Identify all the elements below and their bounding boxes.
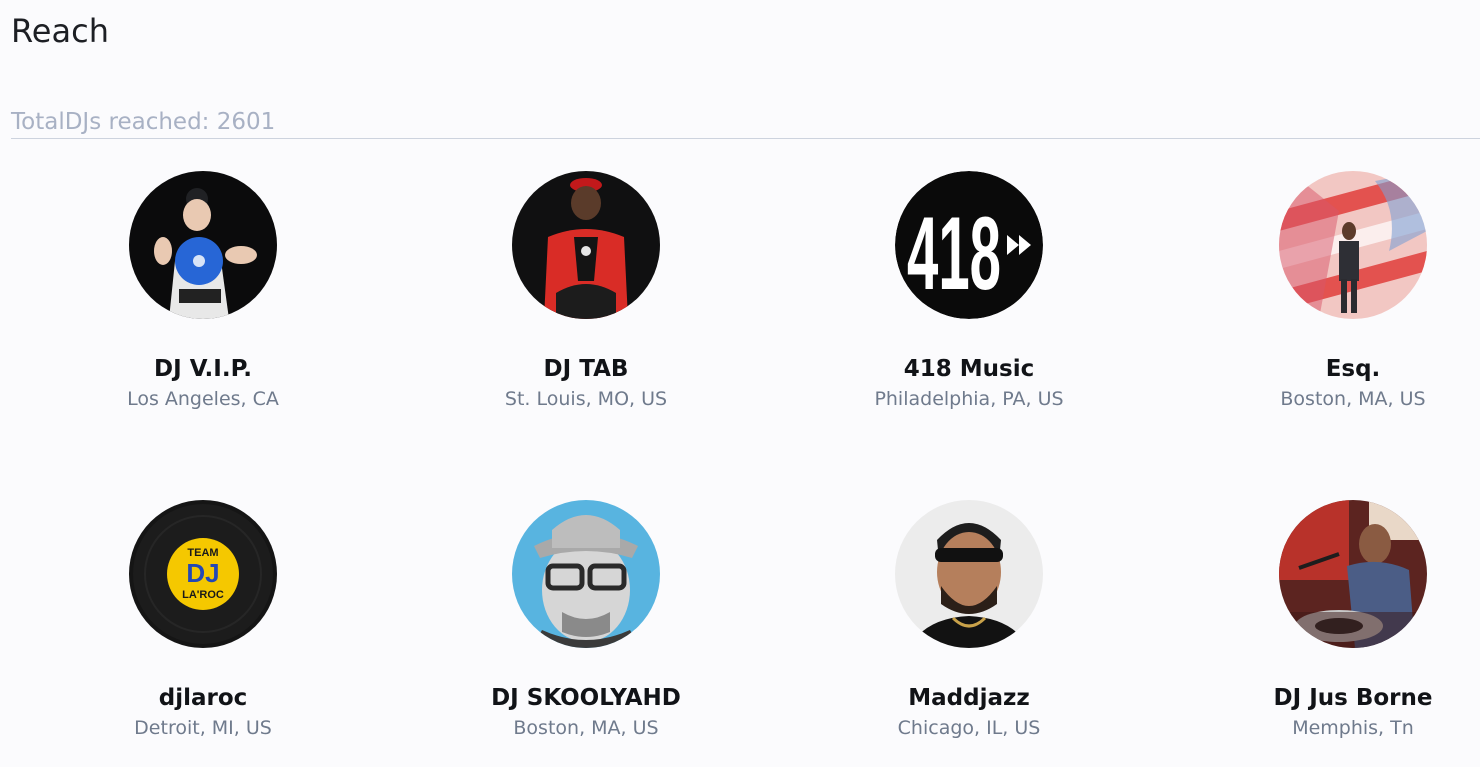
dj-avatar-image: 418: [895, 171, 1043, 319]
dj-name[interactable]: Maddjazz: [799, 683, 1139, 713]
laroc-logo-text: LA'ROC: [182, 589, 224, 601]
dj-location: Boston, MA, US: [1280, 388, 1426, 410]
dj-avatar[interactable]: [895, 500, 1043, 648]
dj-name[interactable]: DJ V.I.P.: [33, 354, 373, 384]
dj-avatar-image: [512, 500, 660, 648]
dj-location: Philadelphia, PA, US: [874, 388, 1064, 410]
418-logo-text: 418: [907, 196, 1001, 312]
dj-card[interactable]: DJ V.I.P. Los Angeles, CA: [33, 171, 373, 412]
dj-avatar[interactable]: [129, 171, 277, 319]
dj-card[interactable]: Esq. Boston, MA, US: [1183, 171, 1480, 412]
dj-card[interactable]: DJ Jus Borne Memphis, Tn: [1183, 500, 1480, 741]
dj-logo-text: DJ: [186, 558, 219, 588]
dj-avatar[interactable]: [512, 500, 660, 648]
dj-avatar-image: [1279, 500, 1427, 648]
dj-location: St. Louis, MO, US: [504, 388, 668, 410]
total-djs-reached: TotalDJs reached: 2601: [11, 109, 276, 135]
page-title: Reach: [11, 12, 109, 50]
dj-card[interactable]: DJ TAB St. Louis, MO, US: [416, 171, 756, 412]
dj-name[interactable]: DJ TAB: [416, 354, 756, 384]
dj-card[interactable]: TEAM DJ LA'ROC djlaroc Detroit, MI, US: [33, 500, 373, 741]
dj-avatar[interactable]: 418: [895, 171, 1043, 319]
divider: [11, 138, 1480, 139]
dj-avatar-image: [1279, 171, 1427, 319]
dj-avatar-image: [512, 171, 660, 319]
dj-name[interactable]: DJ Jus Borne: [1183, 683, 1480, 713]
dj-card[interactable]: Maddjazz Chicago, IL, US: [799, 500, 1139, 741]
dj-location: Los Angeles, CA: [127, 388, 279, 410]
dj-avatar[interactable]: [1279, 171, 1427, 319]
reach-page: Reach TotalDJs reached: 2601 DJ V.I.P. L…: [0, 0, 1480, 767]
dj-name[interactable]: DJ SKOOLYAHD: [416, 683, 756, 713]
dj-avatar-image: [895, 500, 1043, 648]
dj-avatar[interactable]: [1279, 500, 1427, 648]
dj-avatar[interactable]: TEAM DJ LA'ROC: [129, 500, 277, 648]
dj-name[interactable]: Esq.: [1183, 354, 1480, 384]
dj-location: Boston, MA, US: [513, 717, 659, 739]
dj-name[interactable]: djlaroc: [33, 683, 373, 713]
dj-avatar-image: [129, 171, 277, 319]
dj-card[interactable]: DJ SKOOLYAHD Boston, MA, US: [416, 500, 756, 741]
dj-avatar-image: TEAM DJ LA'ROC: [129, 500, 277, 648]
dj-location: Memphis, Tn: [1292, 717, 1414, 739]
dj-name[interactable]: 418 Music: [799, 354, 1139, 384]
dj-location: Chicago, IL, US: [897, 717, 1041, 739]
dj-location: Detroit, MI, US: [134, 717, 272, 739]
dj-avatar[interactable]: [512, 171, 660, 319]
dj-card[interactable]: 418 418 Music Philadelphia, PA, US: [799, 171, 1139, 412]
